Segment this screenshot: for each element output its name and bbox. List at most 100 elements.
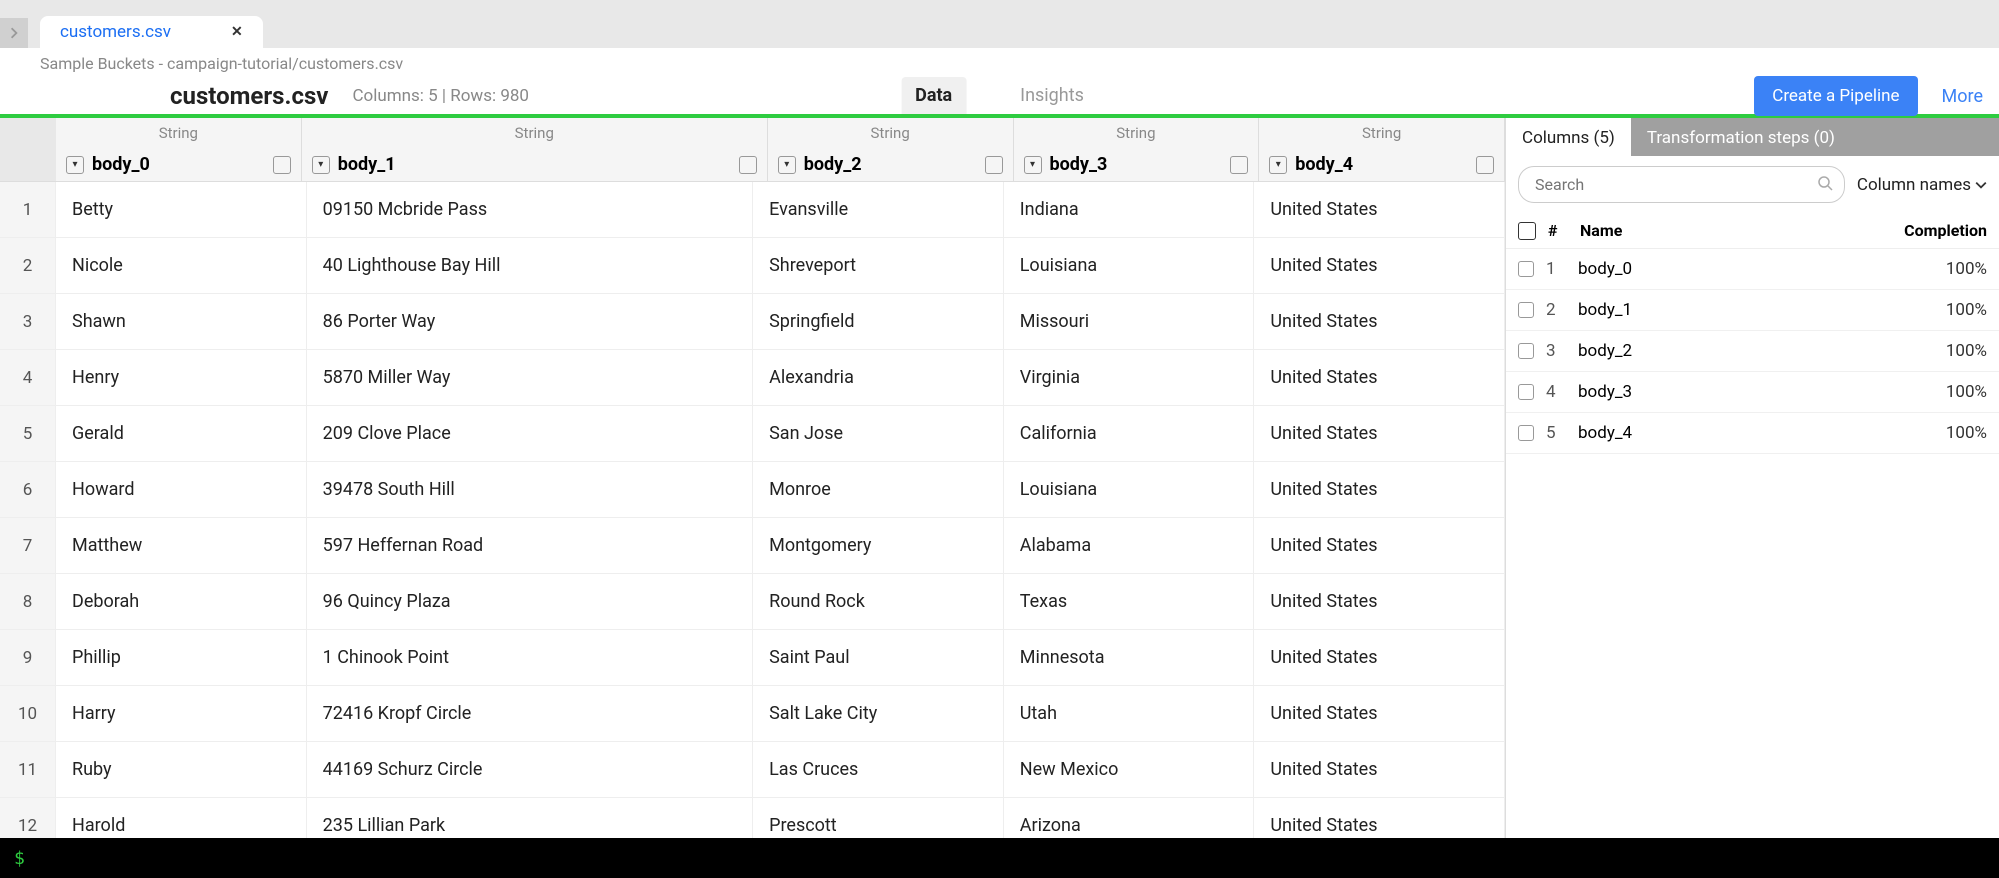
table-cell[interactable]: United States [1254, 238, 1505, 293]
table-cell[interactable]: Gerald [56, 406, 307, 461]
table-cell[interactable]: Missouri [1004, 294, 1255, 349]
table-cell[interactable]: 09150 Mcbride Pass [307, 182, 753, 237]
table-cell[interactable]: Las Cruces [753, 742, 1004, 797]
table-cell[interactable]: United States [1254, 518, 1505, 573]
table-cell[interactable]: Utah [1004, 686, 1255, 741]
table-cell[interactable]: Shawn [56, 294, 307, 349]
terminal-prompt[interactable]: $ [14, 848, 25, 869]
table-cell[interactable]: United States [1254, 182, 1505, 237]
column-checkbox[interactable] [273, 156, 291, 174]
table-cell[interactable]: Alabama [1004, 518, 1255, 573]
column-checkbox[interactable] [1230, 156, 1248, 174]
table-cell[interactable]: 44169 Schurz Circle [307, 742, 753, 797]
table-cell[interactable]: United States [1254, 294, 1505, 349]
column-menu-icon[interactable]: ▾ [1269, 156, 1287, 174]
table-cell[interactable]: 86 Porter Way [307, 294, 753, 349]
column-list-item[interactable]: 3 body_2 100% [1506, 331, 1999, 372]
column-list-item[interactable]: 2 body_1 100% [1506, 290, 1999, 331]
table-cell[interactable]: Monroe [753, 462, 1004, 517]
column-item-checkbox[interactable] [1518, 384, 1534, 400]
select-all-checkbox[interactable] [1518, 222, 1536, 240]
table-cell[interactable]: Minnesota [1004, 630, 1255, 685]
table-cell[interactable]: Henry [56, 350, 307, 405]
table-cell[interactable]: Deborah [56, 574, 307, 629]
table-row[interactable]: 11Ruby44169 Schurz CircleLas CrucesNew M… [0, 742, 1505, 798]
table-cell[interactable]: 39478 South Hill [307, 462, 753, 517]
table-row[interactable]: 1Betty09150 Mcbride PassEvansvilleIndian… [0, 182, 1505, 238]
table-row[interactable]: 3Shawn86 Porter WaySpringfieldMissouriUn… [0, 294, 1505, 350]
table-cell[interactable]: San Jose [753, 406, 1004, 461]
column-menu-icon[interactable]: ▾ [1024, 156, 1042, 174]
table-cell[interactable]: Ruby [56, 742, 307, 797]
table-cell[interactable]: 597 Heffernan Road [307, 518, 753, 573]
table-cell[interactable]: Prescott [753, 798, 1004, 838]
close-tab-icon[interactable]: ✕ [231, 24, 243, 40]
table-cell[interactable]: Montgomery [753, 518, 1004, 573]
table-row[interactable]: 6Howard39478 South HillMonroeLouisianaUn… [0, 462, 1505, 518]
column-item-checkbox[interactable] [1518, 261, 1534, 277]
column-item-checkbox[interactable] [1518, 302, 1534, 318]
table-cell[interactable]: Shreveport [753, 238, 1004, 293]
table-cell[interactable]: 40 Lighthouse Bay Hill [307, 238, 753, 293]
table-cell[interactable]: California [1004, 406, 1255, 461]
column-item-checkbox[interactable] [1518, 425, 1534, 441]
table-cell[interactable]: New Mexico [1004, 742, 1255, 797]
table-cell[interactable]: Salt Lake City [753, 686, 1004, 741]
expand-sidebar-button[interactable] [0, 18, 28, 48]
column-checkbox[interactable] [739, 156, 757, 174]
table-cell[interactable]: Virginia [1004, 350, 1255, 405]
sidepanel-tab-columns[interactable]: Columns (5) [1506, 118, 1631, 156]
table-cell[interactable]: 5870 Miller Way [307, 350, 753, 405]
tab-insights[interactable]: Insights [1006, 77, 1098, 114]
table-cell[interactable]: Harry [56, 686, 307, 741]
column-list-item[interactable]: 4 body_3 100% [1506, 372, 1999, 413]
table-cell[interactable]: United States [1254, 574, 1505, 629]
table-row[interactable]: 5Gerald209 Clove PlaceSan JoseCalifornia… [0, 406, 1505, 462]
table-cell[interactable]: Phillip [56, 630, 307, 685]
table-cell[interactable]: United States [1254, 350, 1505, 405]
column-menu-icon[interactable]: ▾ [778, 156, 796, 174]
table-row[interactable]: 10Harry72416 Kropf CircleSalt Lake CityU… [0, 686, 1505, 742]
table-cell[interactable]: Louisiana [1004, 238, 1255, 293]
table-cell[interactable]: Indiana [1004, 182, 1255, 237]
table-cell[interactable]: Springfield [753, 294, 1004, 349]
table-cell[interactable]: United States [1254, 686, 1505, 741]
table-row[interactable]: 2Nicole40 Lighthouse Bay HillShreveportL… [0, 238, 1505, 294]
tab-data[interactable]: Data [901, 77, 966, 114]
column-search-input[interactable] [1518, 166, 1845, 203]
table-cell[interactable]: Round Rock [753, 574, 1004, 629]
sidepanel-tab-transformation[interactable]: Transformation steps (0) [1631, 118, 1999, 156]
column-menu-icon[interactable]: ▾ [66, 156, 84, 174]
table-cell[interactable]: 96 Quincy Plaza [307, 574, 753, 629]
column-list-item[interactable]: 1 body_0 100% [1506, 249, 1999, 290]
create-pipeline-button[interactable]: Create a Pipeline [1754, 76, 1917, 116]
table-cell[interactable]: Alexandria [753, 350, 1004, 405]
table-cell[interactable]: United States [1254, 798, 1505, 838]
table-cell[interactable]: United States [1254, 630, 1505, 685]
table-cell[interactable]: Nicole [56, 238, 307, 293]
column-checkbox[interactable] [985, 156, 1003, 174]
table-cell[interactable]: Saint Paul [753, 630, 1004, 685]
table-cell[interactable]: 235 Lillian Park [307, 798, 753, 838]
more-link[interactable]: More [1942, 86, 1983, 107]
file-tab[interactable]: customers.csv ✕ [40, 16, 263, 48]
table-cell[interactable]: United States [1254, 742, 1505, 797]
table-cell[interactable]: Evansville [753, 182, 1004, 237]
table-cell[interactable]: United States [1254, 462, 1505, 517]
table-cell[interactable]: Arizona [1004, 798, 1255, 838]
table-cell[interactable]: Howard [56, 462, 307, 517]
table-row[interactable]: 8Deborah96 Quincy PlazaRound RockTexasUn… [0, 574, 1505, 630]
table-cell[interactable]: 1 Chinook Point [307, 630, 753, 685]
table-cell[interactable]: Matthew [56, 518, 307, 573]
column-menu-icon[interactable]: ▾ [312, 156, 330, 174]
table-cell[interactable]: 209 Clove Place [307, 406, 753, 461]
column-list-item[interactable]: 5 body_4 100% [1506, 413, 1999, 454]
table-cell[interactable]: Louisiana [1004, 462, 1255, 517]
table-cell[interactable]: Harold [56, 798, 307, 838]
table-row[interactable]: 9Phillip1 Chinook PointSaint PaulMinneso… [0, 630, 1505, 686]
table-cell[interactable]: Texas [1004, 574, 1255, 629]
table-row[interactable]: 4Henry5870 Miller WayAlexandriaVirginiaU… [0, 350, 1505, 406]
column-item-checkbox[interactable] [1518, 343, 1534, 359]
filter-dropdown[interactable]: Column names [1857, 175, 1987, 195]
table-cell[interactable]: United States [1254, 406, 1505, 461]
